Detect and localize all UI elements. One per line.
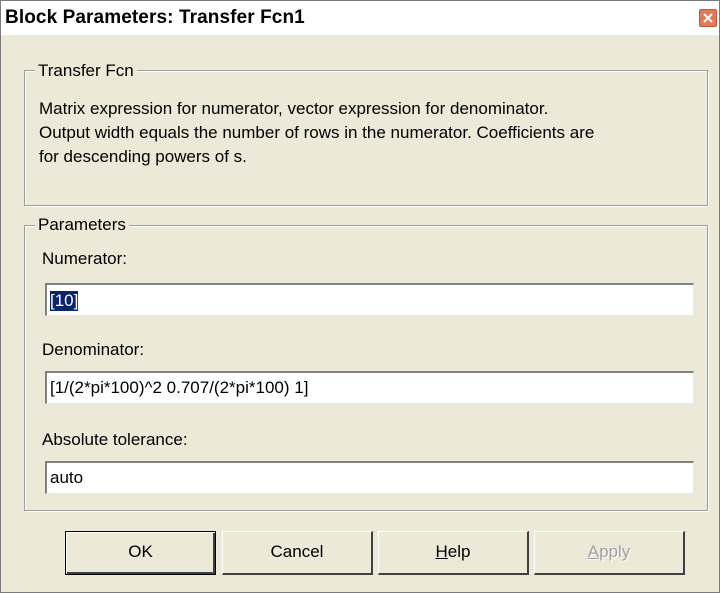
- description-line: for descending powers of s.: [39, 147, 247, 166]
- denominator-field[interactable]: [45, 371, 694, 404]
- numerator-label: Numerator:: [42, 249, 128, 268]
- absolute-tolerance-field[interactable]: [45, 461, 694, 494]
- block-parameters-dialog: Block Parameters: Transfer Fcn1 Transfer…: [0, 0, 720, 593]
- numerator-value: [10]: [50, 291, 79, 311]
- apply-button[interactable]: Apply: [534, 531, 685, 575]
- absolute-tolerance-label: Absolute tolerance:: [42, 430, 188, 449]
- cancel-button[interactable]: Cancel: [222, 531, 373, 575]
- ok-button[interactable]: OK: [65, 531, 216, 575]
- description-line: Matrix expression for numerator, vector …: [39, 99, 549, 118]
- description-group-label: Transfer Fcn: [35, 61, 137, 81]
- help-button[interactable]: Help: [378, 531, 529, 575]
- title-bar[interactable]: Block Parameters: Transfer Fcn1: [1, 1, 719, 35]
- description-line: Output width equals the number of rows i…: [39, 123, 595, 142]
- denominator-label: Denominator:: [42, 340, 145, 359]
- block-description: Matrix expression for numerator, vector …: [39, 97, 707, 169]
- dialog-title: Block Parameters: Transfer Fcn1: [5, 7, 305, 28]
- parameters-group-label: Parameters: [35, 215, 129, 235]
- close-button[interactable]: [699, 9, 717, 27]
- close-icon: [703, 13, 713, 23]
- numerator-field[interactable]: [10]: [45, 283, 694, 316]
